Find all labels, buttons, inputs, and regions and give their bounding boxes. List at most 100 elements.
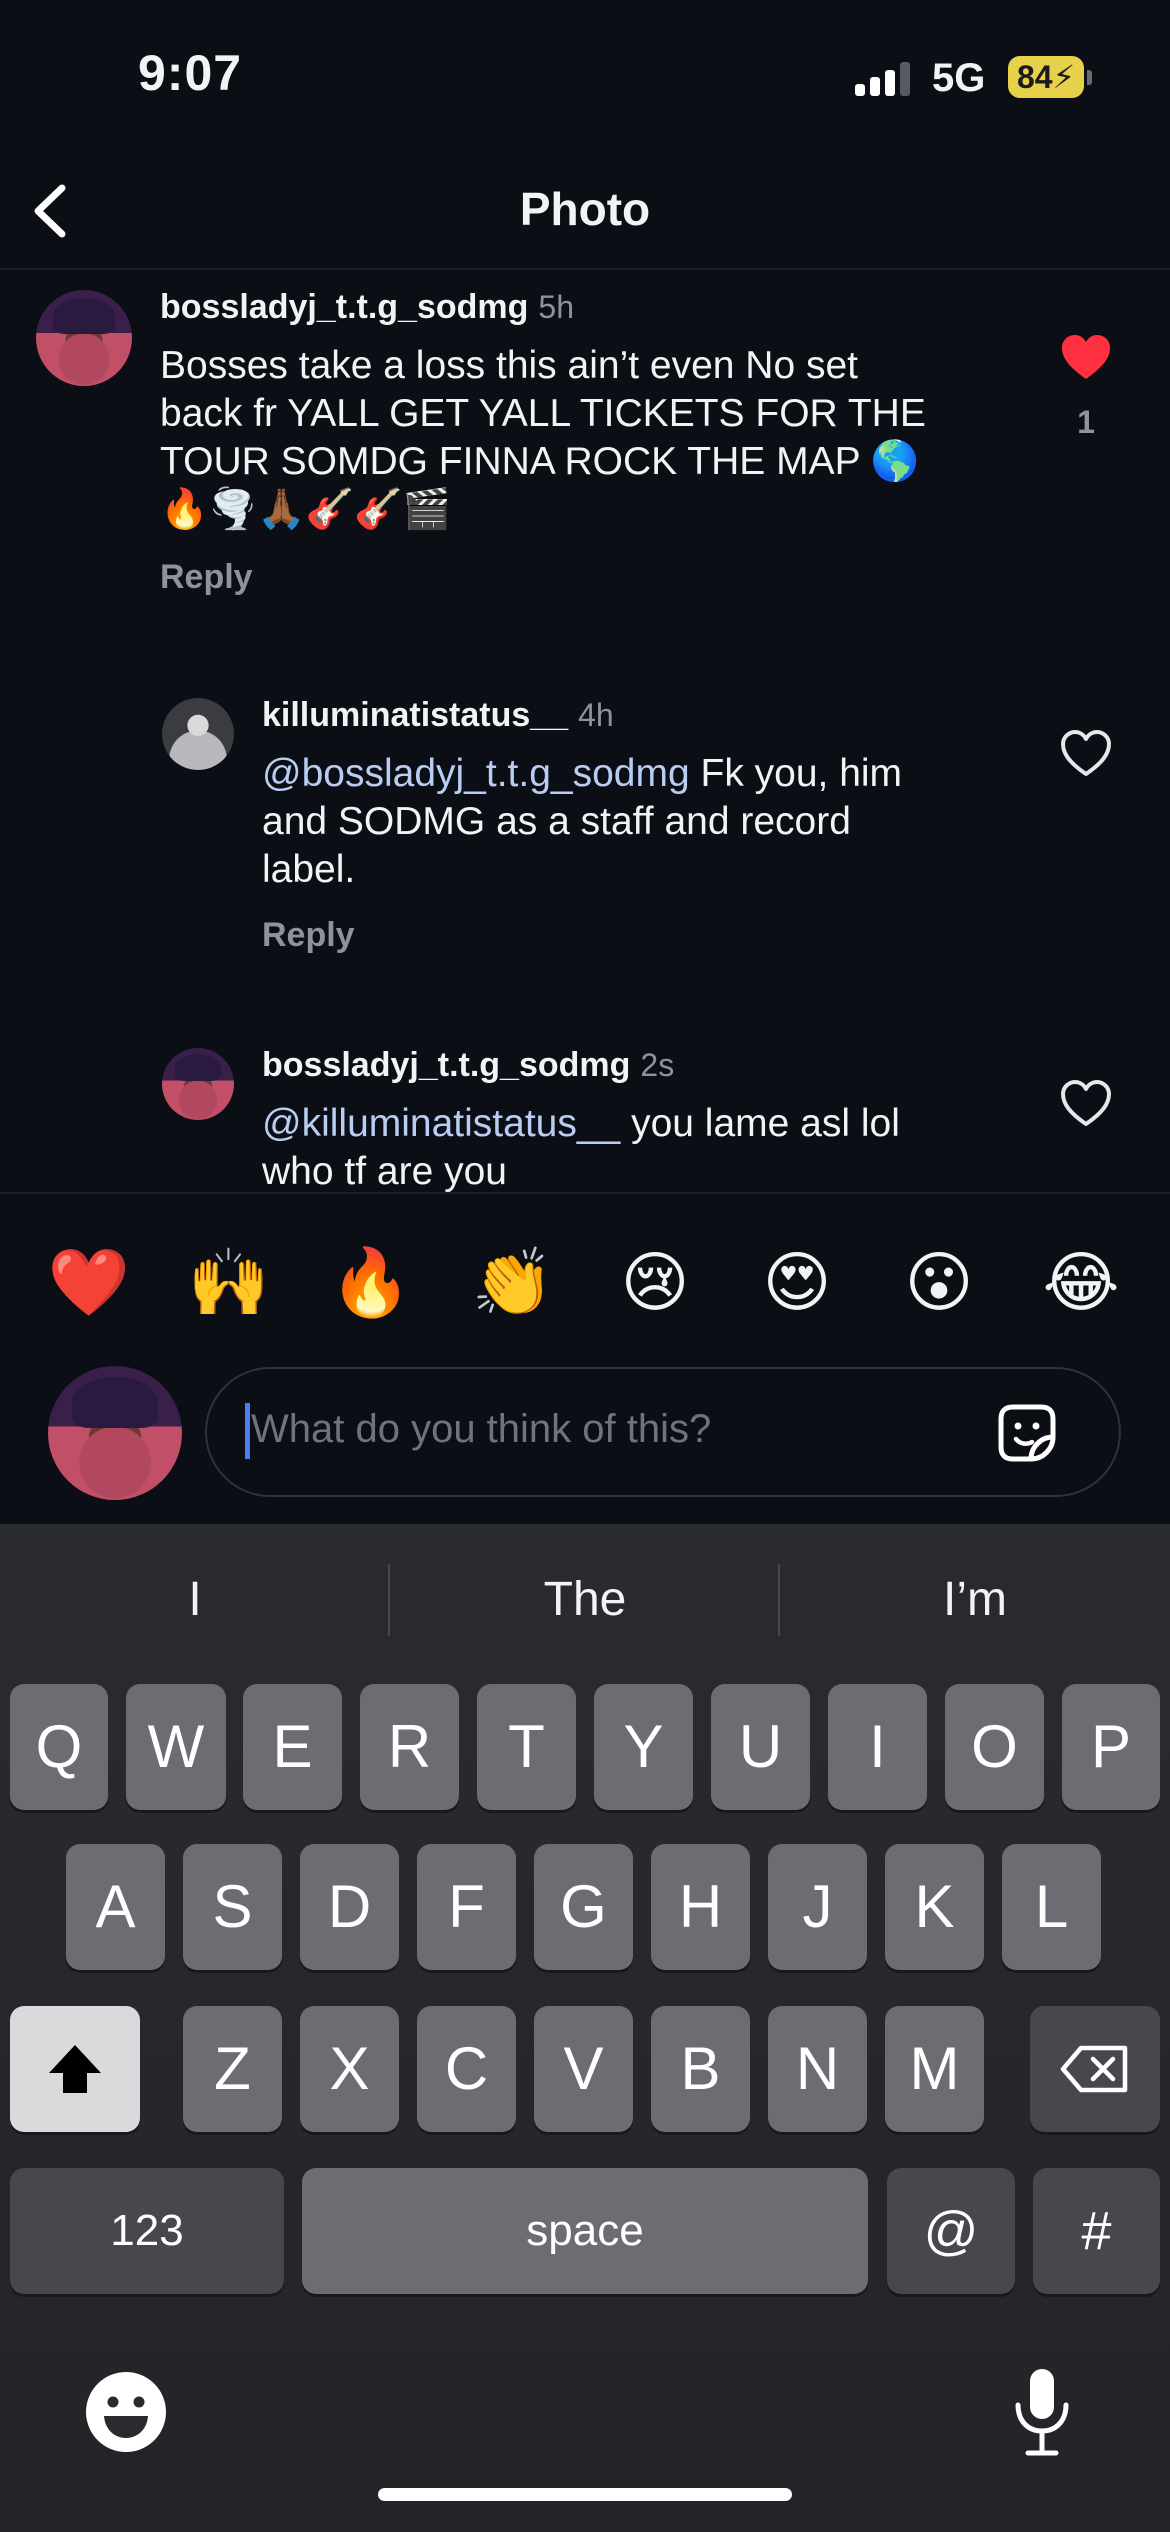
comment-reply-item: killuminatistatus__ 4h @bossladyj_t.t.g_s…	[0, 682, 1170, 982]
key-x[interactable]: X	[300, 2006, 399, 2132]
key-d[interactable]: D	[300, 1844, 399, 1970]
key-t[interactable]: T	[477, 1684, 576, 1810]
predictive-text-bar: I The I’m	[0, 1524, 1170, 1674]
avatar[interactable]	[36, 290, 132, 386]
key-p[interactable]: P	[1062, 1684, 1160, 1810]
key-n[interactable]: N	[768, 2006, 867, 2132]
comment-header: killuminatistatus__ 4h	[262, 696, 614, 735]
key-i[interactable]: I	[828, 1684, 927, 1810]
key-f[interactable]: F	[417, 1844, 516, 1970]
heart-outline-icon[interactable]	[1059, 1078, 1113, 1128]
space-key[interactable]: space	[302, 2168, 868, 2294]
battery-icon: 84⚡	[1008, 56, 1084, 98]
comment-text-line: label.	[262, 848, 356, 891]
like-count: 1	[1077, 404, 1095, 440]
comment-time: 2s	[640, 1047, 675, 1083]
quick-reaction-bar: ❤️ 🙌 🔥 👏 😢 😍 😮 😂	[0, 1238, 1170, 1328]
battery-tip	[1087, 70, 1092, 85]
key-r[interactable]: R	[360, 1684, 459, 1810]
key-l[interactable]: L	[1002, 1844, 1101, 1970]
comment-time: 5h	[538, 289, 574, 325]
suggestion-item[interactable]: I	[0, 1572, 390, 1627]
comment-list[interactable]: bossladyj_t.t.g_sodmg 5h Bosses take a lo…	[0, 272, 1170, 1192]
avatar[interactable]	[162, 698, 234, 770]
comment-text-line: Bosses take a loss this ain’t even No se…	[160, 344, 859, 387]
comment-input-placeholder: What do you think of this?	[251, 1407, 712, 1451]
status-bar: 9:07 5G 84⚡	[0, 0, 1170, 150]
battery-level: 84	[1016, 59, 1053, 95]
text-caret	[245, 1403, 250, 1459]
key-e[interactable]: E	[243, 1684, 342, 1810]
key-q[interactable]: Q	[10, 1684, 108, 1810]
reaction-fire-emoji[interactable]: 🔥	[326, 1238, 416, 1328]
key-b[interactable]: B	[651, 2006, 750, 2132]
signal-icon	[855, 62, 911, 96]
shift-key[interactable]	[10, 2006, 140, 2132]
key-g[interactable]: G	[534, 1844, 633, 1970]
reaction-heart-emoji[interactable]: ❤️	[44, 1238, 134, 1328]
comment-username[interactable]: bossladyj_t.t.g_sodmg	[160, 288, 528, 326]
comment-text-line: TOUR SOMDG FINNA ROCK THE MAP 🌎	[160, 440, 920, 483]
divider	[0, 1192, 1170, 1194]
avatar[interactable]	[162, 1048, 234, 1120]
network-label: 5G	[932, 56, 986, 100]
key-s[interactable]: S	[183, 1844, 282, 1970]
suggestion-item[interactable]: The	[390, 1572, 780, 1627]
keyboard: I The I’m Q W E R T Y U I O P A S D F G …	[0, 1524, 1170, 2532]
comment-text: @bossladyj_t.t.g_sodmg Fk you, him and S…	[262, 750, 1022, 894]
comment-input[interactable]: What do you think of this?	[205, 1367, 1121, 1497]
comment-time: 4h	[578, 697, 614, 733]
key-a[interactable]: A	[66, 1844, 165, 1970]
comment-text-line: back fr YALL GET YALL TICKETS FOR THE	[160, 392, 926, 435]
comment-text-line: you lame asl lol	[620, 1102, 900, 1145]
comment-text: Bosses take a loss this ain’t even No se…	[160, 342, 1020, 534]
key-w[interactable]: W	[126, 1684, 226, 1810]
reply-button[interactable]: Reply	[160, 558, 253, 597]
top-nav-bar: Photo	[0, 150, 1170, 270]
emoji-keyboard-icon[interactable]	[84, 2370, 168, 2454]
comment-username[interactable]: killuminatistatus__	[262, 696, 568, 734]
heart-filled-icon[interactable]	[1059, 332, 1113, 382]
backspace-key[interactable]	[1030, 2006, 1160, 2132]
comment-username[interactable]: bossladyj_t.t.g_sodmg	[262, 1046, 630, 1084]
comment-header: bossladyj_t.t.g_sodmg 5h	[160, 288, 574, 327]
comment-text-line: and SODMG as a staff and record	[262, 800, 851, 843]
key-h[interactable]: H	[651, 1844, 750, 1970]
hash-key[interactable]: #	[1033, 2168, 1160, 2294]
reaction-laughing-emoji[interactable]: 😂	[1036, 1238, 1126, 1328]
reaction-surprised-emoji[interactable]: 😮	[894, 1238, 984, 1328]
key-v[interactable]: V	[534, 2006, 633, 2132]
page-title: Photo	[519, 183, 651, 235]
key-y[interactable]: Y	[594, 1684, 693, 1810]
key-u[interactable]: U	[711, 1684, 810, 1810]
comment-reply-item: bossladyj_t.t.g_sodmg 2s @killuminatistat…	[0, 1032, 1170, 1192]
suggestion-item[interactable]: I’m	[780, 1572, 1170, 1627]
backspace-icon	[1060, 2045, 1128, 2093]
reply-button[interactable]: Reply	[262, 916, 355, 955]
key-m[interactable]: M	[885, 2006, 984, 2132]
key-k[interactable]: K	[885, 1844, 984, 1970]
reaction-heart-eyes-emoji[interactable]: 😍	[752, 1238, 842, 1328]
heart-outline-icon[interactable]	[1059, 728, 1113, 778]
user-avatar[interactable]	[48, 1366, 182, 1500]
comment-text-line: who tf are you	[262, 1150, 507, 1192]
sticker-icon[interactable]	[991, 1397, 1063, 1469]
reaction-raised-hands-emoji[interactable]: 🙌	[184, 1238, 274, 1328]
comment-text: @killuminatistatus__ you lame asl lol wh…	[262, 1100, 1022, 1192]
shift-icon	[49, 2045, 101, 2093]
comment-header: bossladyj_t.t.g_sodmg 2s	[262, 1046, 674, 1085]
home-indicator[interactable]	[378, 2488, 792, 2501]
status-time: 9:07	[138, 45, 243, 101]
mention-link[interactable]: @bossladyj_t.t.g_sodmg	[262, 752, 690, 795]
comment-text-line: 🔥🌪️🙏🏾🎸🎸🎬	[160, 488, 452, 531]
key-z[interactable]: Z	[183, 2006, 282, 2132]
mention-link[interactable]: @killuminatistatus__	[262, 1102, 620, 1145]
numbers-key[interactable]: 123	[10, 2168, 284, 2294]
key-o[interactable]: O	[945, 1684, 1044, 1810]
key-j[interactable]: J	[768, 1844, 867, 1970]
reaction-crying-emoji[interactable]: 😢	[610, 1238, 700, 1328]
reaction-clap-emoji[interactable]: 👏	[468, 1238, 558, 1328]
at-key[interactable]: @	[887, 2168, 1015, 2294]
key-c[interactable]: C	[417, 2006, 516, 2132]
microphone-icon[interactable]	[1010, 2365, 1074, 2461]
